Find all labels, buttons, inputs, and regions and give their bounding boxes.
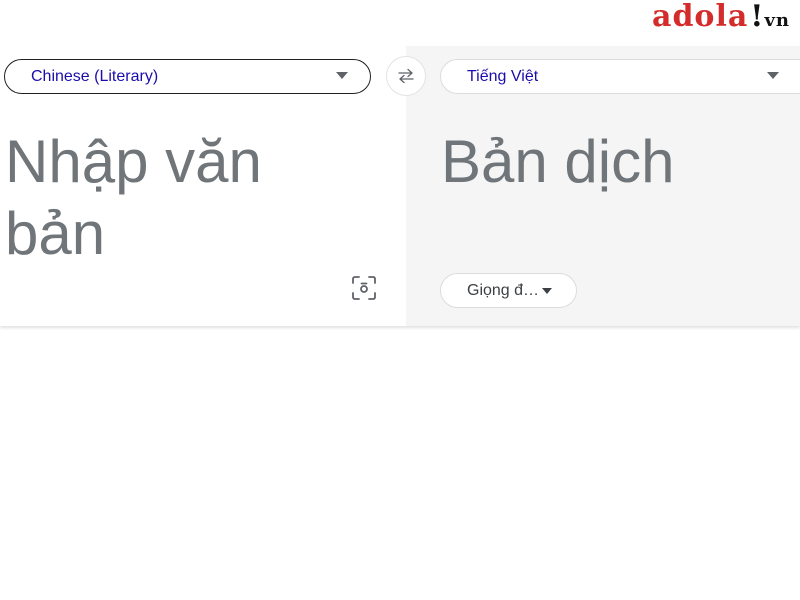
voice-select-label: Giọng đ…	[467, 281, 540, 299]
logo-bang: !	[750, 0, 765, 34]
source-language-label: Chinese (Literary)	[31, 67, 159, 85]
translate-page: adola! vn Chinese (Literary) Tiếng Việt N…	[0, 0, 800, 600]
adola-logo: adola! vn	[652, 0, 790, 38]
camera-input-button[interactable]	[348, 272, 380, 304]
translation-output: Bản dịch	[441, 128, 675, 195]
target-language-select[interactable]: Tiếng Việt	[440, 59, 800, 94]
source-text-input[interactable]: Nhập văn bản	[5, 126, 345, 270]
voice-select[interactable]: Giọng đ…	[440, 273, 577, 308]
chevron-down-icon	[336, 72, 348, 79]
source-language-select[interactable]: Chinese (Literary)	[4, 59, 371, 94]
swap-languages-button[interactable]	[386, 56, 426, 96]
chevron-down-icon	[767, 72, 779, 79]
target-language-label: Tiếng Việt	[467, 67, 539, 85]
logo-wordmark: adola	[652, 0, 749, 34]
logo-tld: vn	[764, 10, 790, 31]
chevron-down-icon	[542, 287, 553, 294]
swap-arrows-icon	[398, 68, 414, 84]
camera-scan-icon	[352, 276, 376, 300]
